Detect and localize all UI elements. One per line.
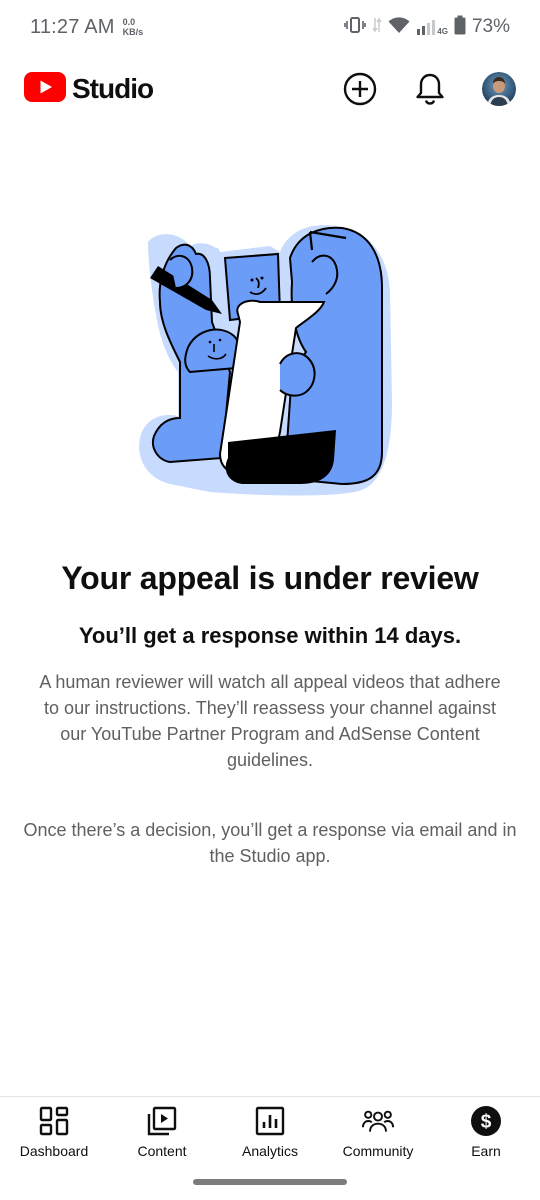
wifi-icon [388, 16, 410, 39]
notifications-icon[interactable] [412, 71, 448, 107]
network-speed-unit: KB/s [122, 27, 144, 37]
nav-item-dashboard[interactable]: Dashboard [0, 1097, 108, 1166]
nav-label-dashboard: Dashboard [19, 1143, 89, 1159]
network-speed: 0.0 KB/s [123, 17, 144, 37]
home-gesture-bar[interactable] [193, 1179, 347, 1185]
data-transfer-icon [372, 16, 382, 39]
network-speed-value: 0.0 [122, 17, 136, 27]
response-time-subtitle: You’ll get a response within 14 days. [78, 623, 462, 648]
community-icon [362, 1105, 394, 1137]
analytics-icon [254, 1105, 286, 1137]
status-time: 11:27 AM [30, 15, 115, 38]
earn-icon: $ [470, 1105, 502, 1137]
dashboard-icon [38, 1105, 70, 1137]
svg-text:$: $ [481, 1112, 492, 1133]
status-bar: 11:27 AM 0.0 KB/s 4G 73% [0, 0, 540, 54]
content-icon [146, 1105, 178, 1137]
appeal-status-content: Your appeal is under review You’ll get a… [20, 560, 520, 869]
decision-note: Once there’s a decision, you’ll get a re… [23, 820, 517, 866]
signal-icon: 4G [416, 18, 448, 36]
nav-item-community[interactable]: Community [324, 1097, 432, 1166]
youtube-logo-icon [24, 71, 66, 107]
nav-item-earn[interactable]: $ Earn [432, 1097, 540, 1166]
nav-item-content[interactable]: Content [108, 1097, 216, 1166]
battery-icon [454, 15, 466, 40]
appeal-review-illustration [130, 222, 400, 500]
youtube-studio-logo[interactable]: Studio [24, 71, 154, 107]
logo-text: Studio [72, 73, 154, 104]
review-description: A human reviewer will watch all appeal v… [39, 672, 501, 770]
status-icons: 4G 73% [344, 15, 510, 40]
app-bar-actions [342, 71, 516, 107]
bottom-navigation: Dashboard Content Analytics Community $ … [0, 1096, 540, 1166]
page-title: Your appeal is under review [61, 560, 479, 596]
avatar[interactable] [482, 72, 516, 106]
app-bar: Studio [0, 54, 540, 124]
create-icon[interactable] [342, 71, 378, 107]
nav-label-earn: Earn [471, 1143, 501, 1159]
nav-label-analytics: Analytics [241, 1143, 299, 1159]
nav-item-analytics[interactable]: Analytics [216, 1097, 324, 1166]
nav-label-community: Community [342, 1143, 414, 1159]
nav-label-content: Content [137, 1143, 187, 1159]
network-type: 4G [437, 27, 448, 36]
battery-percent: 73% [471, 16, 510, 37]
vibrate-icon [344, 16, 367, 39]
